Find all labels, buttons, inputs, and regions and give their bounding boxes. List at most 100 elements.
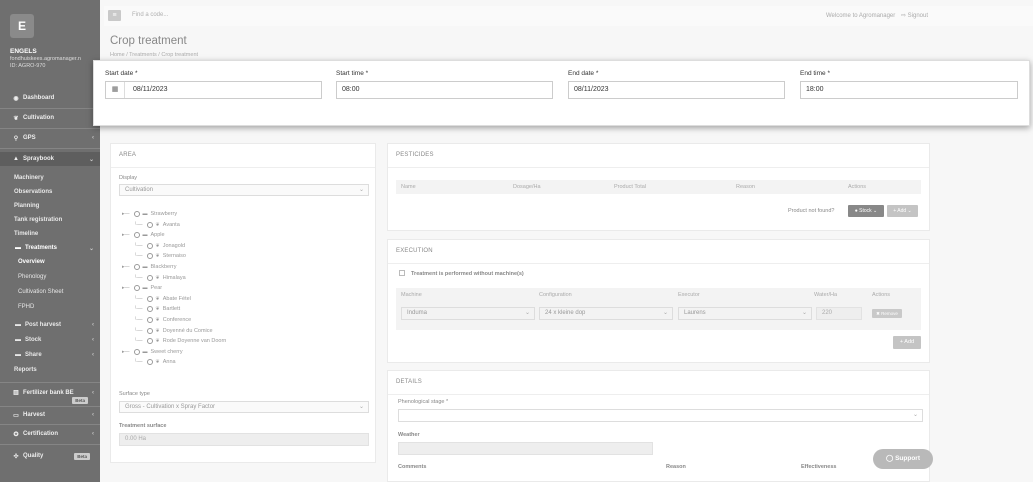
start-date-input[interactable]: ▦ 08/11/2023 <box>105 81 322 99</box>
signout-link[interactable]: ⇨ Signout <box>901 13 928 19</box>
quality-icon: ✣ <box>13 453 19 460</box>
start-date-label: Start date * <box>105 70 138 77</box>
end-date-input[interactable]: 08/11/2023 <box>568 81 785 99</box>
sidebar-item-stock[interactable]: ▬ Stock ‹ <box>0 335 100 345</box>
water-input[interactable]: 220 <box>816 307 862 320</box>
col-machine: Machine <box>401 292 422 298</box>
code-search-input[interactable]: Find a code... <box>132 12 168 18</box>
tree-radio[interactable] <box>146 295 153 302</box>
sidebar-item-reports[interactable]: Reports <box>0 365 100 375</box>
tree-leaf-node[interactable]: └— ❦ Rode Doyenne van Doorn <box>134 338 226 345</box>
sidebar-divider <box>0 424 100 425</box>
tree-radio[interactable] <box>133 285 140 292</box>
tree-leaf-node[interactable]: └— ❦ Himalaya <box>134 274 186 281</box>
tree-leaf-node[interactable]: └— ❦ Doyenné du Comice <box>134 327 213 334</box>
sidebar-item-gps[interactable]: ⚲ GPS ‹ <box>0 132 100 144</box>
tree-connector-icon: └— <box>134 338 143 345</box>
tree-group-node[interactable]: ▸— ▬ Apple <box>122 232 165 239</box>
tree-radio[interactable] <box>133 264 140 270</box>
tree-node-label: Sweet cherry <box>150 348 183 355</box>
tree-group-node[interactable]: ▸— ▬ Strawberry <box>122 211 177 217</box>
sidebar-item-treatments[interactable]: ▬ Treatments ⌄ <box>0 243 100 253</box>
tree-radio[interactable] <box>146 242 153 249</box>
expand-toggle-icon[interactable]: ▸— <box>122 285 130 291</box>
user-email: fondhuiskees.agromanager.n <box>10 56 81 62</box>
stock-button[interactable]: ● Stock ⌄ <box>848 205 884 217</box>
tree-node-label: Avanta <box>162 221 180 228</box>
expand-toggle-icon[interactable]: ▸— <box>122 211 130 217</box>
tree-radio[interactable] <box>146 306 153 313</box>
expand-toggle-icon[interactable]: ▸— <box>122 232 130 238</box>
tree-connector-icon: └— <box>134 221 143 228</box>
configuration-select[interactable]: 24 x kleine dop ⌄ <box>539 307 673 320</box>
sidebar-item-machinery[interactable]: Machinery <box>0 173 100 183</box>
tree-leaf-node[interactable]: └— ❦ Anna <box>134 359 176 366</box>
executor-select[interactable]: Laurens ⌄ <box>678 307 812 320</box>
sidebar-item-certification[interactable]: ✪ Certification ‹ <box>0 428 100 440</box>
sidebar-item-fphd[interactable]: FPHD <box>0 302 100 312</box>
sidebar-item-share[interactable]: ▬ Share ‹ <box>0 350 100 360</box>
breadcrumb[interactable]: Home / Treatments / Crop treatment <box>110 52 198 58</box>
tree-group-node[interactable]: ▸— ▬ Sweet cherry <box>122 348 183 355</box>
add-pesticide-button[interactable]: + Add ⌄ <box>887 205 918 217</box>
tree-radio[interactable] <box>146 359 153 366</box>
tree-node-label: Blackberry <box>150 264 177 270</box>
support-button[interactable]: ◯ Support <box>873 449 933 469</box>
hamburger-icon[interactable]: ≡ <box>108 10 121 21</box>
tree-radio[interactable] <box>133 232 140 239</box>
tree-radio[interactable] <box>133 211 140 217</box>
expand-toggle-icon[interactable]: ▸— <box>122 264 130 270</box>
sidebar-item-spraybook[interactable]: ▲ Spraybook ⌄ <box>0 152 100 166</box>
leaf-icon: ❦ <box>155 253 160 260</box>
tree-leaf-node[interactable]: └— ❦ Conference <box>134 317 191 323</box>
tree-leaf-node[interactable]: └— ❦ Abate Fétel <box>134 295 191 302</box>
sidebar-divider <box>0 406 100 407</box>
tree-node-label: Doyenné du Comice <box>162 327 213 334</box>
sidebar-item-timeline[interactable]: Timeline <box>0 229 100 239</box>
no-machine-checkbox[interactable] <box>399 270 405 276</box>
weather-input[interactable] <box>398 442 653 455</box>
sidebar-item-dashboard[interactable]: ◉ Dashboard <box>0 92 100 104</box>
gauge-icon: ◉ <box>13 95 19 102</box>
tree-group-node[interactable]: ▸— ▬ Pear <box>122 285 162 292</box>
welcome-text: Welcome to Agromanager ⇨ Signout <box>826 13 928 19</box>
remove-machine-button[interactable]: ✖ Remove <box>872 309 902 318</box>
execution-table: Machine Configuration Executor Water/Ha … <box>396 288 921 330</box>
tree-radio[interactable] <box>146 253 153 260</box>
tree-leaf-node[interactable]: └— ❦ Jonagold <box>134 242 185 249</box>
sidebar-item-phenology[interactable]: Phenology <box>0 272 100 282</box>
tree-leaf-node[interactable]: └— ❦ Sternaiso <box>134 253 186 260</box>
add-machine-button[interactable]: + Add <box>893 336 921 349</box>
tree-radio[interactable] <box>146 317 153 323</box>
tree-leaf-node[interactable]: └— ❦ Bartlett <box>134 306 180 313</box>
sidebar-item-cultivation[interactable]: ❦ Cultivation <box>0 112 100 124</box>
panel-divider <box>111 167 375 168</box>
tree-radio[interactable] <box>146 274 153 281</box>
comments-label: Comments <box>398 464 427 470</box>
sidebar-item-quality[interactable]: ✣ Quality Beta <box>0 450 100 462</box>
machine-select[interactable]: Induma ⌄ <box>401 307 535 320</box>
sidebar-item-planning[interactable]: Planning <box>0 201 100 211</box>
display-select[interactable]: Cultivation ⌄ <box>119 184 369 196</box>
product-not-found-text: Product not found? <box>788 208 835 214</box>
tree-group-node[interactable]: ▸— ▬ Blackberry <box>122 264 177 270</box>
tree-radio[interactable] <box>146 221 153 228</box>
chat-bubble-icon: ◯ <box>885 455 894 462</box>
sidebar-item-harvest[interactable]: ▭ Harvest ‹ <box>0 409 100 421</box>
sidebar-item-cultivation-sheet[interactable]: Cultivation Sheet <box>0 287 100 297</box>
sidebar-item-observations[interactable]: Observations <box>0 187 100 197</box>
sidebar-item-overview[interactable]: Overview <box>0 257 100 267</box>
start-time-input[interactable]: 08:00 <box>336 81 553 99</box>
sidebar-item-post-harvest[interactable]: ▬ Post harvest ‹ <box>0 320 100 330</box>
surface-type-select[interactable]: Gross - Cultivation x Spray Factor ⌄ <box>119 401 369 413</box>
phenological-select[interactable]: ⌄ <box>398 409 923 422</box>
tree-radio[interactable] <box>133 348 140 355</box>
expand-toggle-icon[interactable]: ▸— <box>122 349 130 355</box>
tree-radio[interactable] <box>146 327 153 334</box>
tree-radio[interactable] <box>146 338 153 345</box>
sidebar-item-tank-registration[interactable]: Tank registration <box>0 215 100 225</box>
calendar-icon: ▦ <box>106 82 125 98</box>
tree-leaf-node[interactable]: └— ❦ Avanta <box>134 221 180 228</box>
col-executor: Executor <box>678 292 700 298</box>
end-time-input[interactable]: 18:00 <box>800 81 1018 99</box>
